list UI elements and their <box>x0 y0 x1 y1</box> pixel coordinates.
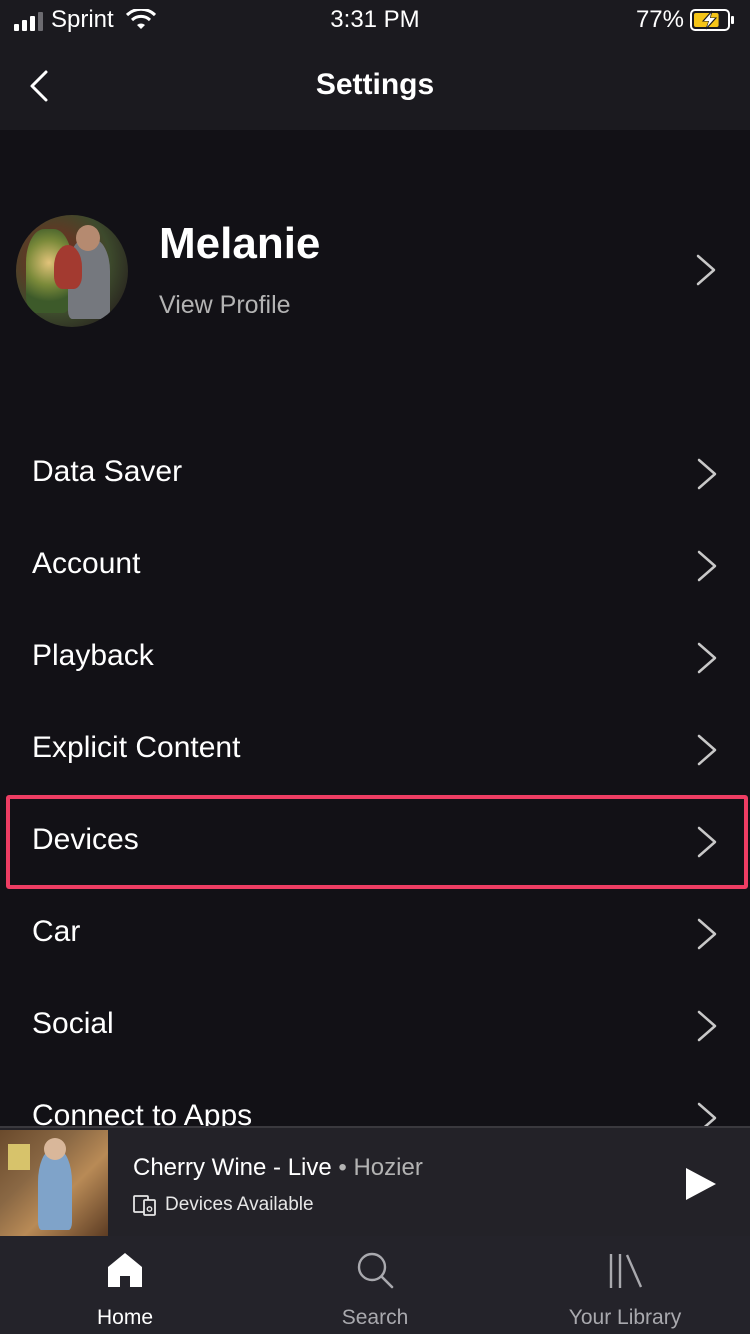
setting-account[interactable]: Account <box>0 519 750 611</box>
view-profile-link[interactable]: View Profile <box>159 291 291 320</box>
setting-devices[interactable]: Devices <box>0 795 750 887</box>
setting-label: Playback <box>32 639 154 672</box>
status-bar: Sprint 3:31 PM 77% <box>0 0 750 42</box>
chevron-right-icon <box>697 918 717 950</box>
chevron-right-icon <box>696 254 716 286</box>
chevron-right-icon <box>697 550 717 582</box>
play-button[interactable] <box>682 1166 718 1202</box>
devices-available[interactable]: Devices Available <box>133 1194 314 1216</box>
devices-label: Devices Available <box>165 1194 314 1215</box>
tab-search[interactable]: Search <box>250 1236 500 1334</box>
now-playing-title: Cherry Wine - Live • Hozier <box>133 1154 423 1182</box>
chevron-right-icon <box>697 734 717 766</box>
chevron-right-icon <box>697 826 717 858</box>
setting-label: Social <box>32 1007 114 1040</box>
chevron-right-icon <box>697 642 717 674</box>
tab-home[interactable]: Home <box>0 1236 250 1334</box>
tab-label: Search <box>341 1306 409 1329</box>
artist-name: Hozier <box>353 1154 423 1181</box>
setting-label: Explicit Content <box>32 731 241 764</box>
setting-car[interactable]: Car <box>0 887 750 979</box>
settings-list: Data Saver Account Playback Explicit Con… <box>0 427 750 1163</box>
setting-social[interactable]: Social <box>0 979 750 1071</box>
tab-label: Home <box>96 1306 154 1329</box>
chevron-right-icon <box>697 1010 717 1042</box>
battery-percent: 77% <box>635 6 684 33</box>
profile-name: Melanie <box>159 219 321 268</box>
now-playing-bar[interactable]: Cherry Wine - Live • Hozier Devices Avai… <box>0 1126 750 1238</box>
tab-label: Your Library <box>568 1306 682 1329</box>
search-icon <box>357 1252 394 1289</box>
setting-explicit-content[interactable]: Explicit Content <box>0 703 750 795</box>
tab-your-library[interactable]: Your Library <box>500 1236 750 1334</box>
tab-bar: Home Search Your Library <box>0 1236 750 1334</box>
track-name: Cherry Wine - Live <box>133 1154 332 1181</box>
setting-playback[interactable]: Playback <box>0 611 750 703</box>
home-icon <box>108 1253 142 1287</box>
nav-bar: Settings <box>0 42 750 130</box>
setting-label: Devices <box>32 823 139 856</box>
devices-icon <box>133 1195 156 1216</box>
chevron-right-icon <box>697 458 717 490</box>
avatar <box>16 215 128 327</box>
profile-row[interactable]: Melanie View Profile <box>0 205 750 340</box>
library-icon <box>609 1254 643 1288</box>
album-art <box>0 1130 108 1238</box>
battery-charging-icon <box>690 9 734 31</box>
setting-label: Car <box>32 915 81 948</box>
setting-label: Data Saver <box>32 455 183 488</box>
setting-label: Account <box>32 547 141 580</box>
setting-data-saver[interactable]: Data Saver <box>0 427 750 519</box>
separator-dot: • <box>338 1154 347 1181</box>
status-right: 77% <box>636 6 736 34</box>
page-title: Settings <box>315 68 435 101</box>
